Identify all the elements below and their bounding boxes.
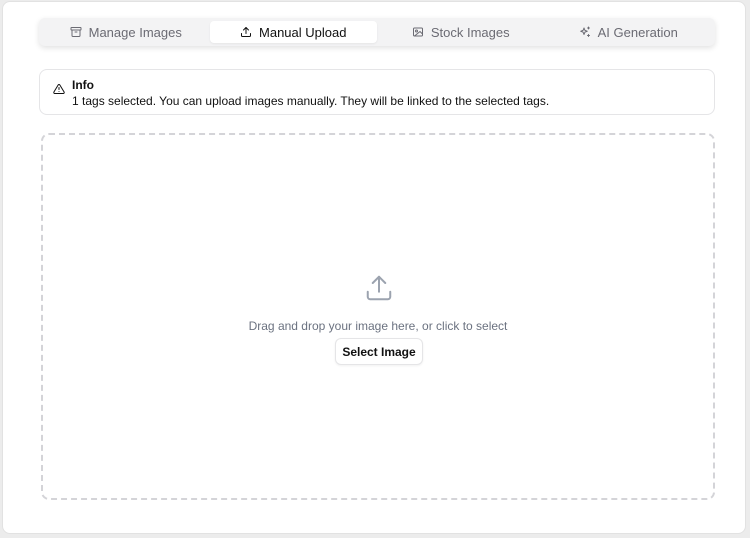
tab-manual-upload[interactable]: Manual Upload — [209, 21, 377, 43]
upload-icon — [240, 26, 252, 38]
tab-label: Manual Upload — [259, 24, 347, 40]
tab-label: Manage Images — [88, 24, 182, 40]
tab-label: Stock Images — [430, 24, 510, 40]
tab-stock-images[interactable]: Stock Images — [377, 21, 545, 43]
image-icon — [412, 26, 424, 38]
info-title: Info — [72, 78, 94, 92]
dropzone-instructions: Drag and drop your image here, or click … — [248, 319, 508, 333]
archive-icon — [70, 26, 82, 38]
tab-bar: Manage Images Manual Upload Stock Images… — [39, 18, 715, 46]
info-alert: Info 1 tags selected. You can upload ima… — [39, 69, 715, 115]
upload-icon — [364, 273, 394, 308]
image-dropzone[interactable]: Drag and drop your image here, or click … — [41, 133, 715, 500]
warning-triangle-icon — [53, 82, 65, 100]
upload-panel: Manage Images Manual Upload Stock Images… — [2, 1, 746, 534]
tab-ai-generation[interactable]: AI Generation — [545, 21, 713, 43]
select-image-button[interactable]: Select Image — [335, 338, 423, 365]
sparkles-icon — [579, 26, 591, 38]
tab-label: AI Generation — [597, 24, 678, 40]
info-message: 1 tags selected. You can upload images m… — [72, 94, 550, 108]
tab-manage-images[interactable]: Manage Images — [42, 21, 210, 43]
